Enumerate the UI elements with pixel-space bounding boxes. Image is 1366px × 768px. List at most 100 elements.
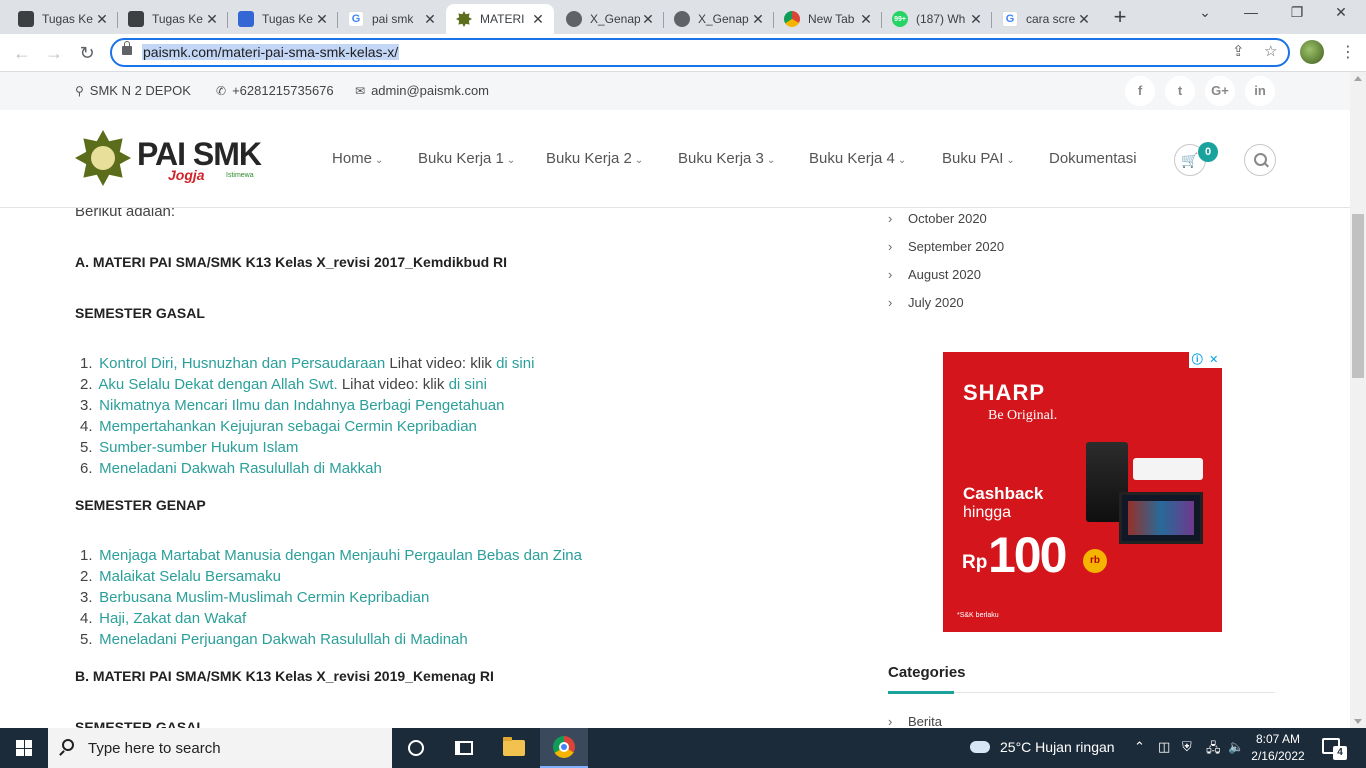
back-arrow-icon[interactable]: ← bbox=[10, 41, 34, 65]
category-link[interactable]: › Berita bbox=[888, 714, 942, 728]
close-tab-icon[interactable]: ✕ bbox=[750, 11, 766, 28]
profile-avatar[interactable] bbox=[1300, 40, 1324, 64]
materi-link[interactable]: Aku Selalu Dekat dengan Allah Swt. bbox=[98, 376, 337, 393]
forward-arrow-icon[interactable]: → bbox=[42, 41, 66, 65]
site-header: PAI SMK Jogja Istimewa Home ⌄ Buku Kerja … bbox=[0, 110, 1350, 208]
chevron-right-icon: › bbox=[888, 239, 893, 254]
materi-link[interactable]: Menjaga Martabat Manusia dengan Menjauhi… bbox=[99, 547, 582, 564]
archive-link[interactable]: › August 2020 bbox=[888, 267, 981, 282]
taskbar-search-placeholder: Type here to search bbox=[88, 740, 221, 757]
archive-link[interactable]: › September 2020 bbox=[888, 239, 1004, 254]
windows-start-icon[interactable] bbox=[16, 740, 32, 756]
list-item: 3. Berbusana Muslim-Muslimah Cermin Kepr… bbox=[80, 589, 429, 606]
materi-link[interactable]: Sumber-sumber Hukum Islam bbox=[99, 439, 298, 456]
volume-icon[interactable]: 🔈 bbox=[1228, 739, 1244, 755]
browser-tab[interactable]: Tugas Ke ✕ bbox=[118, 4, 228, 34]
pai-smk-logo-icon[interactable] bbox=[75, 130, 131, 186]
close-tab-icon[interactable]: ✕ bbox=[422, 11, 438, 28]
tab-search-icon[interactable]: ⌄ bbox=[1190, 4, 1220, 21]
google-plus-icon[interactable]: G+ bbox=[1205, 76, 1235, 106]
close-tab-icon[interactable]: ✕ bbox=[94, 11, 110, 28]
search-icon[interactable] bbox=[1244, 144, 1276, 176]
url-text[interactable]: paismk.com/materi-pai-sma-smk-kelas-x/ bbox=[142, 44, 400, 60]
browser-tab[interactable]: New Tab ✕ bbox=[774, 4, 882, 34]
video-link[interactable]: di sini bbox=[496, 355, 534, 372]
weather-widget[interactable]: 25°C Hujan ringan bbox=[970, 739, 1115, 755]
list-item: 3. Nikmatnya Mencari Ilmu dan Indahnya B… bbox=[80, 397, 504, 414]
bookmark-star-icon[interactable]: ☆ bbox=[1264, 42, 1277, 60]
ad-close-icon[interactable]: ✕ bbox=[1206, 352, 1223, 368]
nav-buku-kerja-1[interactable]: Buku Kerja 1 ⌄ bbox=[418, 150, 515, 167]
materi-link[interactable]: Mempertahankan Kejujuran sebagai Cermin … bbox=[99, 418, 477, 435]
new-tab-button[interactable]: + bbox=[1108, 6, 1132, 30]
browser-tab[interactable]: G cara scre ✕ bbox=[992, 4, 1100, 34]
list-item: 1. Menjaga Martabat Manusia dengan Menja… bbox=[80, 547, 582, 564]
chrome-icon bbox=[784, 11, 800, 27]
minimize-button[interactable]: — bbox=[1236, 4, 1266, 20]
restore-button[interactable]: ❐ bbox=[1282, 4, 1312, 21]
materi-link[interactable]: Meneladani Dakwah Rasulullah di Makkah bbox=[99, 460, 382, 477]
nav-buku-kerja-4[interactable]: Buku Kerja 4 ⌄ bbox=[809, 150, 906, 167]
archive-link[interactable]: › July 2020 bbox=[888, 295, 964, 310]
browser-tab[interactable]: X_Genap ✕ bbox=[664, 4, 774, 34]
cortana-button[interactable] bbox=[392, 728, 440, 768]
scroll-down-arrow-icon[interactable] bbox=[1354, 719, 1362, 724]
page-content: Berikut adalah: A. MATERI PAI SMA/SMK K1… bbox=[0, 208, 1350, 728]
close-tab-icon[interactable]: ✕ bbox=[530, 11, 546, 28]
facebook-icon[interactable]: f bbox=[1125, 76, 1155, 106]
close-tab-icon[interactable]: ✕ bbox=[204, 11, 220, 28]
browser-tab[interactable]: Tugas Ke ✕ bbox=[8, 4, 118, 34]
chevron-up-icon[interactable]: ⌃ bbox=[1134, 739, 1145, 755]
materi-link[interactable]: Kontrol Diri, Husnuzhan dan Persaudaraan bbox=[99, 355, 385, 372]
task-view-button[interactable] bbox=[440, 728, 488, 768]
reload-icon[interactable]: ↻ bbox=[75, 41, 99, 65]
nav-buku-pai[interactable]: Buku PAI ⌄ bbox=[942, 150, 1015, 167]
close-window-button[interactable]: ✕ bbox=[1326, 4, 1356, 21]
address-bar[interactable]: paismk.com/materi-pai-sma-smk-kelas-x/ ⇪… bbox=[110, 38, 1290, 67]
meet-now-icon[interactable]: ◫ bbox=[1158, 739, 1170, 755]
chrome-taskbar-button[interactable] bbox=[540, 728, 588, 768]
materi-link[interactable]: Haji, Zakat dan Wakaf bbox=[99, 610, 246, 627]
tab-title: Tugas Ke bbox=[152, 12, 203, 26]
classroom-icon bbox=[128, 11, 144, 27]
close-tab-icon[interactable]: ✕ bbox=[858, 11, 874, 28]
close-tab-icon[interactable]: ✕ bbox=[314, 11, 330, 28]
sharp-advertisement[interactable]: SHARP Be Original. Cashback hingga Rp 10… bbox=[943, 352, 1222, 632]
network-icon[interactable]: 🖧 bbox=[1206, 739, 1221, 761]
file-explorer-button[interactable] bbox=[490, 728, 538, 768]
materi-link[interactable]: Malaikat Selalu Bersamaku bbox=[99, 568, 281, 585]
list-item: 4. Haji, Zakat dan Wakaf bbox=[80, 610, 246, 627]
security-icon[interactable]: ⛨ bbox=[1182, 739, 1192, 755]
browser-menu-icon[interactable]: ⋮ bbox=[1340, 42, 1356, 62]
share-icon[interactable]: ⇪ bbox=[1232, 42, 1245, 60]
materi-link[interactable]: Berbusana Muslim-Muslimah Cermin Kepriba… bbox=[99, 589, 429, 606]
close-tab-icon[interactable]: ✕ bbox=[640, 11, 656, 28]
adchoices-info-icon[interactable]: ⓘ bbox=[1189, 352, 1206, 368]
browser-tab[interactable]: Tugas Ke ✕ bbox=[228, 4, 338, 34]
materi-link[interactable]: Meneladani Perjuangan Dakwah Rasulullah … bbox=[99, 631, 468, 648]
browser-tab[interactable]: G pai smk ✕ bbox=[338, 4, 446, 34]
close-tab-icon[interactable]: ✕ bbox=[1076, 11, 1092, 28]
page-scrollbar[interactable] bbox=[1350, 72, 1366, 728]
lock-icon[interactable] bbox=[122, 41, 132, 55]
browser-tab[interactable]: X_Genap ✕ bbox=[556, 4, 664, 34]
phone-info: ✆ +6281215735676 bbox=[216, 83, 334, 98]
adchoices-controls[interactable]: ⓘ ✕ bbox=[1189, 352, 1222, 368]
twitter-icon[interactable]: t bbox=[1165, 76, 1195, 106]
tab-title: X_Genap bbox=[590, 12, 640, 26]
close-tab-icon[interactable]: ✕ bbox=[968, 11, 984, 28]
materi-link[interactable]: Nikmatnya Mencari Ilmu dan Indahnya Berb… bbox=[99, 397, 504, 414]
nav-dokumentasi[interactable]: Dokumentasi bbox=[1049, 150, 1137, 167]
linkedin-icon[interactable]: in bbox=[1245, 76, 1275, 106]
browser-tab-active[interactable]: MATERI ✕ bbox=[446, 4, 554, 34]
nav-buku-kerja-3[interactable]: Buku Kerja 3 ⌄ bbox=[678, 150, 775, 167]
video-link[interactable]: di sini bbox=[449, 376, 487, 393]
system-clock[interactable]: 8:07 AM 2/16/2022 bbox=[1250, 731, 1306, 765]
archive-link[interactable]: › October 2020 bbox=[888, 211, 987, 226]
scrollbar-thumb[interactable] bbox=[1352, 214, 1364, 378]
scroll-up-arrow-icon[interactable] bbox=[1354, 76, 1362, 81]
nav-buku-kerja-2[interactable]: Buku Kerja 2 ⌄ bbox=[546, 150, 643, 167]
taskbar-search-box[interactable]: Type here to search bbox=[48, 728, 392, 768]
browser-tab[interactable]: 99+ (187) Wh ✕ bbox=[882, 4, 992, 34]
nav-home[interactable]: Home ⌄ bbox=[332, 150, 383, 167]
